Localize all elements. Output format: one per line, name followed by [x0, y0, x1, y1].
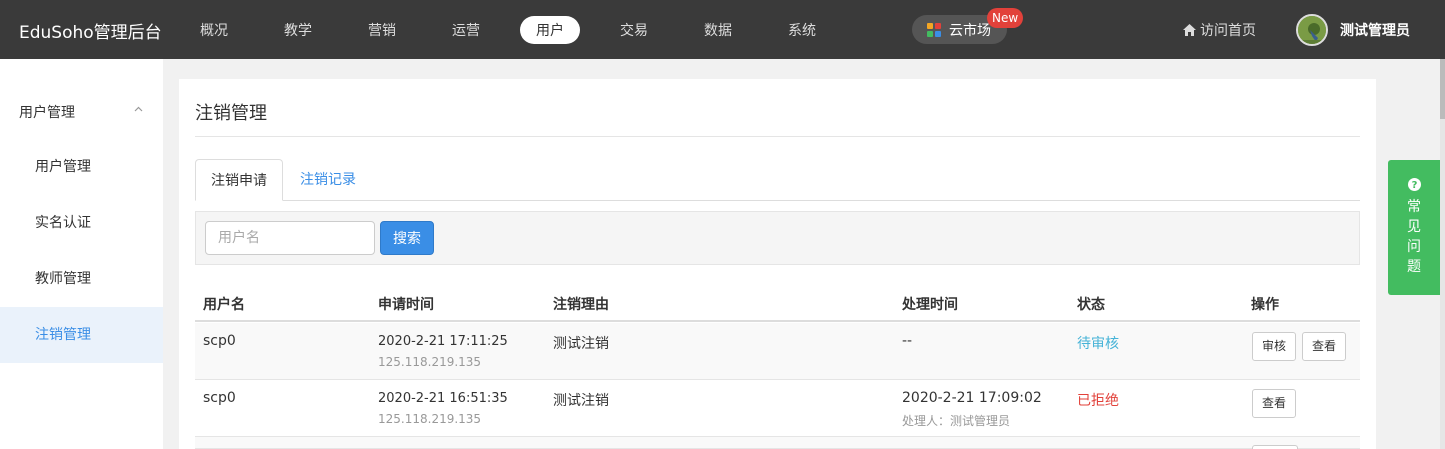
divider — [195, 136, 1360, 137]
avatar[interactable] — [1296, 14, 1328, 46]
table-row: scp0 2020-2-21 16:51:35 125.118.219.135 … — [195, 380, 1360, 437]
table-row — [195, 437, 1360, 449]
cell-reason: 测试注销 — [553, 393, 609, 409]
nav-item-teaching[interactable]: 教学 — [262, 16, 334, 44]
cell-handler: 处理人：测试管理员 — [902, 414, 1011, 428]
cell-reason: 测试注销 — [553, 336, 609, 352]
nav-item-operation[interactable]: 运营 — [430, 16, 502, 44]
username-search-input[interactable] — [205, 221, 375, 255]
table-row: scp0 2020-2-21 17:11:25 125.118.219.135 … — [195, 323, 1360, 380]
sidebar-item-realname[interactable]: 实名认证 — [0, 195, 163, 251]
column-header-status: 状态 — [1077, 297, 1105, 313]
status-badge: 待审核 — [1077, 336, 1119, 352]
faq-float-button[interactable]: ? 常见问题 — [1388, 160, 1440, 295]
main-nav: 概况 教学 营销 运营 用户 交易 数据 系统 — [178, 0, 850, 59]
scrollbar-thumb[interactable] — [1440, 59, 1445, 119]
sidebar-group-user-management[interactable]: 用户管理 — [19, 102, 75, 122]
question-circle-icon: ? — [1407, 178, 1421, 191]
column-header-reason: 注销理由 — [553, 297, 609, 313]
main-panel: 注销管理 注销申请 注销记录 搜索 用户名 申请时间 注销理由 处理时间 状态 … — [179, 79, 1376, 449]
user-name[interactable]: 测试管理员 — [1340, 20, 1410, 40]
faq-label: 常见问题 — [1407, 199, 1421, 275]
apps-grid-icon — [927, 22, 941, 37]
sidebar-item-user-management[interactable]: 用户管理 — [0, 139, 163, 195]
nav-item-overview[interactable]: 概况 — [178, 16, 250, 44]
column-header-apply-time: 申请时间 — [378, 297, 434, 313]
tab-cancellation-records[interactable]: 注销记录 — [285, 159, 371, 201]
cell-username: scp0 — [203, 390, 236, 406]
column-header-username: 用户名 — [203, 297, 245, 313]
visit-home-label: 访问首页 — [1200, 23, 1256, 39]
tabs: 注销申请 注销记录 — [195, 159, 1360, 201]
cell-apply-time: 2020-2-21 16:51:35 — [378, 391, 508, 406]
column-header-actions: 操作 — [1251, 297, 1279, 313]
nav-item-data[interactable]: 数据 — [682, 16, 754, 44]
cell-ip: 125.118.219.135 — [378, 355, 482, 369]
column-header-handle-time: 处理时间 — [902, 297, 958, 313]
sidebar: 用户管理 用户管理 实名认证 教师管理 注销管理 — [0, 59, 163, 449]
nav-item-marketing[interactable]: 营销 — [346, 16, 418, 44]
status-badge: 已拒绝 — [1077, 393, 1119, 409]
search-bar: 搜索 — [195, 211, 1360, 265]
home-icon — [1183, 24, 1196, 36]
visit-home-link[interactable]: 访问首页 — [1183, 20, 1256, 40]
cell-username: scp0 — [203, 333, 236, 349]
view-button[interactable]: 查看 — [1252, 389, 1297, 418]
tab-cancellation-requests[interactable]: 注销申请 — [195, 159, 283, 201]
avatar-image-icon — [1298, 16, 1326, 44]
row-action-button[interactable] — [1252, 445, 1298, 449]
nav-item-trade[interactable]: 交易 — [598, 16, 670, 44]
cloud-market-label: 云市场 — [949, 22, 991, 39]
page-title: 注销管理 — [195, 103, 267, 124]
sidebar-item-teacher[interactable]: 教师管理 — [0, 251, 163, 307]
cell-ip: 125.118.219.135 — [378, 412, 482, 426]
brand-logo[interactable]: EduSoho管理后台 — [19, 18, 162, 43]
review-button[interactable]: 审核 — [1252, 332, 1297, 361]
new-badge: New — [987, 8, 1024, 28]
cell-handle-time: -- — [902, 333, 913, 349]
nav-item-users[interactable]: 用户 — [520, 15, 580, 44]
svg-text:?: ? — [1411, 180, 1417, 191]
table-header: 用户名 申请时间 注销理由 处理时间 状态 操作 — [195, 285, 1360, 322]
nav-item-system[interactable]: 系统 — [766, 16, 838, 44]
cell-handle-time: 2020-2-21 17:09:02 — [902, 390, 1042, 406]
chevron-up-icon[interactable] — [134, 106, 143, 112]
view-button[interactable]: 查看 — [1302, 332, 1347, 361]
top-bar: EduSoho管理后台 概况 教学 营销 运营 用户 交易 数据 系统 云市场 … — [0, 0, 1445, 59]
cell-apply-time: 2020-2-21 17:11:25 — [378, 334, 508, 349]
sidebar-item-cancellation[interactable]: 注销管理 — [0, 307, 163, 363]
search-button[interactable]: 搜索 — [380, 221, 434, 255]
